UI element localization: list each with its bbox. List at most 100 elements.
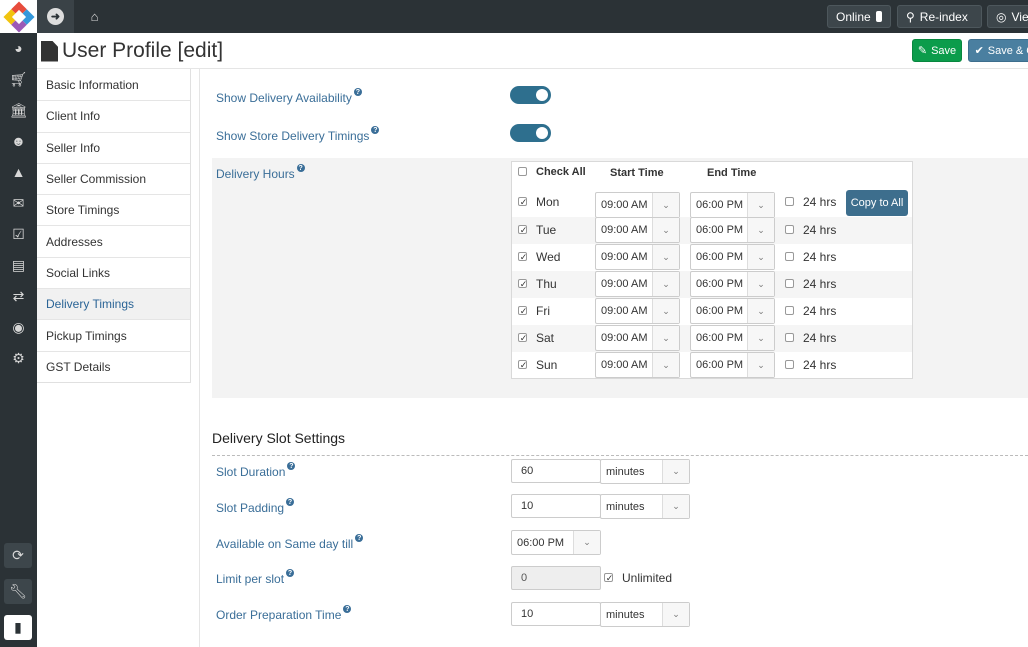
checklist-icon[interactable]: ☑: [0, 219, 37, 249]
help-icon[interactable]: ?: [355, 534, 364, 542]
all-day-checkbox[interactable]: [785, 279, 794, 288]
check-icon: ✔: [974, 45, 984, 57]
gear-icon[interactable]: ⚙: [0, 343, 37, 373]
reindex-button[interactable]: ⚲ Re-index: [897, 5, 982, 28]
unit-value: minutes: [606, 608, 645, 621]
save-button[interactable]: ✎ Save: [912, 39, 962, 62]
start-time-value: 09:00 AM: [601, 224, 648, 236]
tab-client-info[interactable]: Client Info: [37, 100, 190, 131]
day-label: Thu: [536, 277, 557, 291]
all-day-checkbox[interactable]: [785, 252, 794, 261]
help-icon[interactable]: ?: [286, 498, 295, 506]
limit-per-slot-input[interactable]: 0: [511, 566, 601, 590]
end-time-select[interactable]: 06:00 PM ⌄: [690, 352, 775, 378]
sitemap-icon[interactable]: ▲: [0, 157, 37, 187]
start-time-value: 09:00 AM: [601, 332, 648, 344]
tab-store-timings[interactable]: Store Timings: [37, 194, 190, 225]
start-time-select[interactable]: 09:00 AM ⌄: [595, 271, 680, 297]
logo-icon: [2, 0, 35, 33]
left-sidebar: ◕ 🛒︎ 🏛︎ ☻ ▲ ✉ ☑ ▤ ⇄ ◉ ⚙ ⟳ 🔧︎ ▮: [0, 33, 37, 647]
day-row-wed: Wed09:00 AM⌄06:00 PM⌄24 hrs: [512, 244, 912, 271]
app-logo[interactable]: [0, 0, 37, 33]
unlimited-checkbox[interactable]: [604, 573, 614, 583]
user-icon[interactable]: ☻: [0, 126, 37, 156]
tab-delivery-timings[interactable]: Delivery Timings: [37, 288, 190, 320]
tab-social-links[interactable]: Social Links: [37, 256, 190, 288]
start-time-select[interactable]: 09:00 AM ⌄: [595, 244, 680, 270]
forward-button[interactable]: ➜: [37, 0, 74, 33]
day-checkbox[interactable]: [518, 306, 528, 316]
show-delivery-availability-toggle[interactable]: [510, 86, 551, 104]
start-time-select[interactable]: 09:00 AM ⌄: [595, 217, 680, 243]
start-time-select[interactable]: 09:00 AM ⌄: [595, 298, 680, 324]
help-icon[interactable]: ?: [286, 569, 295, 577]
start-time-select[interactable]: 09:00 AM ⌄: [595, 192, 680, 218]
day-checkbox[interactable]: [518, 225, 528, 235]
tab-basic-information[interactable]: Basic Information: [37, 69, 190, 100]
chevron-down-icon: ⌄: [662, 495, 689, 518]
slot-padding-input[interactable]: 10: [511, 494, 601, 518]
end-time-select[interactable]: 06:00 PM ⌄: [690, 298, 775, 324]
envelope-icon[interactable]: ✉: [0, 188, 37, 218]
view-site-button[interactable]: ◎ View: [987, 5, 1028, 28]
tab-gst-details[interactable]: GST Details: [37, 350, 190, 382]
tab-seller-commission[interactable]: Seller Commission: [37, 162, 190, 194]
slot-padding-unit-select[interactable]: minutes ⌄: [600, 494, 690, 519]
wrench-icon[interactable]: 🔧︎: [4, 579, 32, 604]
tab-seller-info[interactable]: Seller Info: [37, 131, 190, 163]
day-checkbox[interactable]: [518, 252, 528, 262]
dashboard-icon[interactable]: ◕: [0, 33, 37, 63]
slot-duration-unit-select[interactable]: minutes ⌄: [600, 459, 690, 484]
limit-per-slot-label: Limit per slot ?: [216, 569, 295, 586]
end-time-select[interactable]: 06:00 PM ⌄: [690, 192, 775, 218]
order-preparation-time-input[interactable]: 10: [511, 602, 601, 626]
start-time-select[interactable]: 09:00 AM ⌄: [595, 325, 680, 351]
end-time-select[interactable]: 06:00 PM ⌄: [690, 244, 775, 270]
end-time-select[interactable]: 06:00 PM ⌄: [690, 271, 775, 297]
all-day-checkbox[interactable]: [785, 197, 794, 206]
chevron-down-icon: ⌄: [652, 326, 679, 350]
online-toggle-button[interactable]: Online: [827, 5, 891, 28]
globe-icon[interactable]: ◉: [0, 312, 37, 342]
day-label: Mon: [536, 195, 560, 209]
start-time-value: 09:00 AM: [601, 251, 648, 263]
save-and-close-button[interactable]: ✔ Save & Close: [968, 39, 1028, 62]
help-icon[interactable]: ?: [287, 462, 296, 470]
all-day-label: 24 hrs: [803, 195, 837, 209]
all-day-checkbox[interactable]: [785, 225, 794, 234]
order-preparation-time-unit-select[interactable]: minutes ⌄: [600, 602, 690, 627]
all-day-checkbox[interactable]: [785, 360, 794, 369]
slot-duration-input[interactable]: 60: [511, 459, 601, 483]
search-icon: ⚲: [906, 9, 915, 24]
label-text: Show Store Delivery Timings: [216, 129, 370, 143]
same-day-till-select[interactable]: 06:00 PM ⌄: [511, 530, 601, 555]
all-day-checkbox[interactable]: [785, 333, 794, 342]
bar-chart-icon[interactable]: ▤: [0, 250, 37, 280]
day-checkbox[interactable]: [518, 360, 528, 370]
help-icon[interactable]: ?: [296, 164, 305, 172]
home-button[interactable]: ⌂: [76, 0, 113, 33]
label-text: Slot Duration: [216, 465, 286, 479]
copy-to-all-button[interactable]: Copy to All: [846, 190, 908, 216]
end-time-select[interactable]: 06:00 PM ⌄: [690, 217, 775, 243]
day-checkbox[interactable]: [518, 197, 528, 207]
day-checkbox[interactable]: [518, 279, 528, 289]
refresh-icon[interactable]: ⟳: [4, 543, 32, 568]
show-store-delivery-timings-toggle[interactable]: [510, 124, 551, 142]
tab-pickup-timings[interactable]: Pickup Timings: [37, 319, 190, 350]
chevron-down-icon: ⌄: [747, 218, 774, 242]
start-time-select[interactable]: 09:00 AM ⌄: [595, 352, 680, 378]
day-checkbox[interactable]: [518, 333, 528, 343]
end-time-select[interactable]: 06:00 PM ⌄: [690, 325, 775, 351]
exchange-icon[interactable]: ⇄: [0, 281, 37, 311]
help-icon[interactable]: ?: [353, 88, 362, 96]
label-text: Slot Padding: [216, 501, 285, 515]
bank-icon[interactable]: 🏛︎: [0, 95, 37, 125]
help-icon[interactable]: ?: [371, 126, 380, 134]
check-all-checkbox[interactable]: [518, 167, 527, 176]
all-day-checkbox[interactable]: [785, 306, 794, 315]
help-icon[interactable]: ?: [343, 605, 352, 613]
book-icon[interactable]: ▮: [4, 615, 32, 640]
cart-icon[interactable]: 🛒︎: [0, 64, 37, 94]
tab-addresses[interactable]: Addresses: [37, 225, 190, 256]
